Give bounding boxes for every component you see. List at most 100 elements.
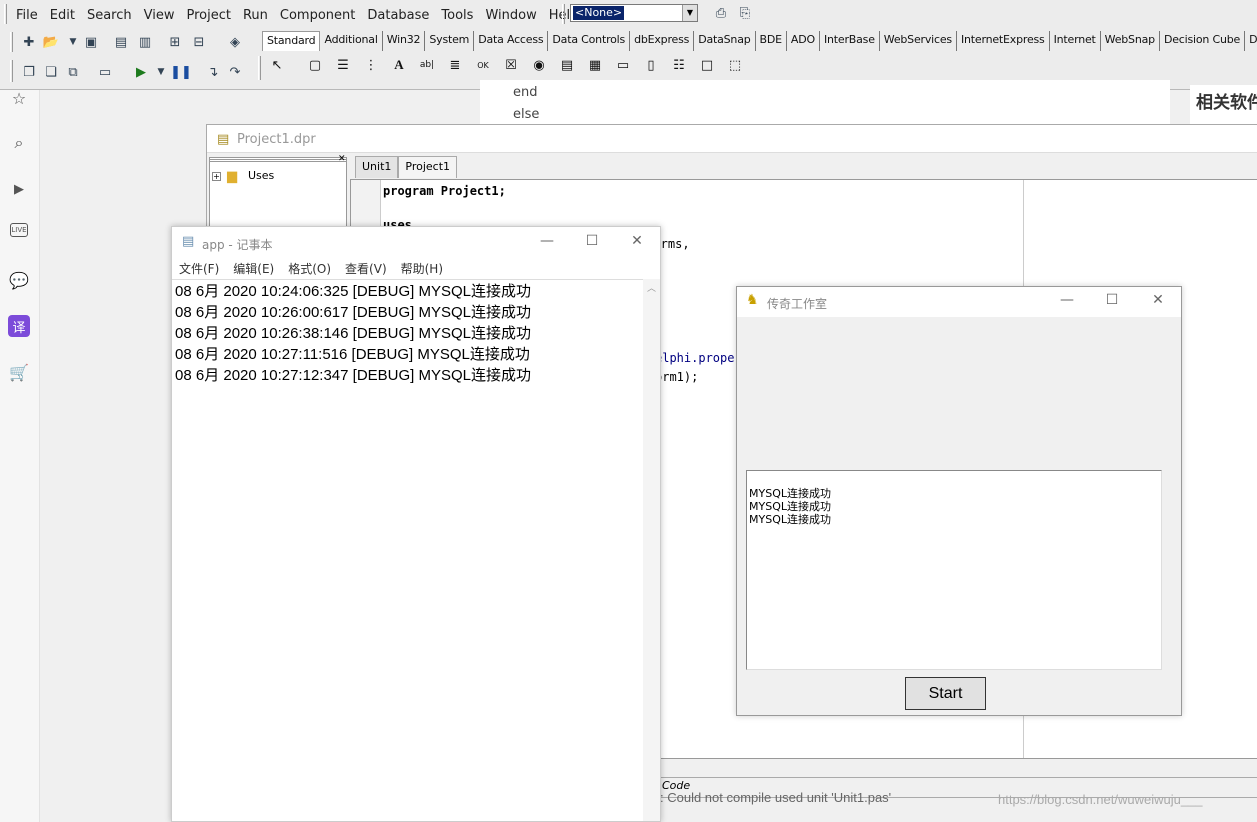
translate-icon[interactable]: 译 [8,315,30,337]
palette-tab-additional[interactable]: Additional [320,31,383,51]
tab-unit1[interactable]: Unit1 [355,156,399,178]
palette-tab-dbexpress[interactable]: dbExpress [630,31,695,51]
combobox-icon[interactable]: ▦ [584,54,606,76]
close-icon[interactable]: ✕ [622,233,652,253]
actionlist-icon[interactable]: ⬚ [724,54,746,76]
run-icon[interactable]: ▶ [132,63,150,81]
app-icon: ♞ [746,292,759,308]
menu-file[interactable]: File [10,8,44,23]
pointer-icon[interactable]: ↖ [266,54,288,76]
memo-icon[interactable]: ≣ [444,54,466,76]
menu-component[interactable]: Component [274,8,361,23]
menu-search[interactable]: Search [81,8,138,23]
background-page: end else [480,80,1170,130]
minimize-icon[interactable]: — [532,233,562,253]
palette-tab-datasnap[interactable]: DataSnap [694,31,756,51]
trace-into-icon[interactable]: ↴ [204,63,222,81]
explorer-item-uses[interactable]: Uses [248,169,274,182]
code-fragment: orm1); [655,370,699,384]
edit-icon[interactable]: ab| [416,54,438,76]
toolbar-grip [10,60,13,82]
tab-project1[interactable]: Project1 [398,156,458,178]
popupmenu-icon[interactable]: ⋮ [360,54,382,76]
button-icon[interactable]: OK [472,54,494,76]
remove-file-icon[interactable]: ⊟ [190,33,208,51]
maximize-icon[interactable]: ☐ [1097,292,1127,312]
palette-tab-webservices[interactable]: WebServices [880,31,957,51]
frame-icon[interactable]: ▢ [304,54,326,76]
checkbox-icon[interactable]: ☒ [500,54,522,76]
label-icon[interactable]: A [388,54,410,76]
maximize-icon[interactable]: ☐ [577,233,607,253]
add-file-icon[interactable]: ⊞ [166,33,184,51]
toolbar-grip [10,32,13,52]
minimize-icon[interactable]: — [1052,292,1082,312]
panel-icon[interactable]: □ [696,54,718,76]
palette-tab-standard[interactable]: Standard [262,31,321,51]
view-unit-icon[interactable]: ❐ [20,63,38,81]
groupbox-icon[interactable]: ▯ [640,54,662,76]
palette-tab-decision-cube[interactable]: Decision Cube [1160,31,1246,51]
video-icon[interactable]: ▶ [8,178,30,200]
open-project-icon[interactable]: ▥ [136,33,154,51]
palette-tab-data-access[interactable]: Data Access [474,31,549,51]
close-icon[interactable]: ✕ [1143,292,1173,312]
log-memo[interactable]: MYSQL连接成功 MYSQL连接成功 MYSQL连接成功 [746,470,1162,670]
expand-icon[interactable]: + [212,172,221,181]
new-icon[interactable]: ✚ [20,33,38,51]
radiogroup-icon[interactable]: ☷ [668,54,690,76]
menu-tools[interactable]: Tools [435,8,479,23]
palette-tab-bde[interactable]: BDE [756,31,787,51]
new-form-icon[interactable]: ▭ [96,63,114,81]
menu-edit[interactable]: 编辑(E) [226,259,281,279]
chevron-down-icon[interactable]: ▼ [64,33,82,51]
mainmenu-icon[interactable]: ☰ [332,54,354,76]
menu-file[interactable]: 文件(F) [172,259,226,279]
chevron-down-icon[interactable]: ▼ [682,5,697,21]
menu-view[interactable]: View [138,8,181,23]
palette-tab-data-controls[interactable]: Data Controls [548,31,631,51]
palette-tab-win32[interactable]: Win32 [383,31,426,51]
desktop-combo[interactable]: <None> ▼ [570,4,698,22]
menu-edit[interactable]: Edit [44,8,81,23]
palette-tab-system[interactable]: System [425,31,475,51]
notepad-text-area[interactable]: 08 6月 2020 10:24:06:325 [DEBUG] MYSQL连接成… [172,279,644,819]
toolbar-grip [562,4,565,24]
step-over-icon[interactable]: ↷ [226,63,244,81]
menu-run[interactable]: Run [237,8,274,23]
palette-tab-ado[interactable]: ADO [787,31,820,51]
help-icon[interactable]: ◈ [226,33,244,51]
menu-help[interactable]: 帮助(H) [394,259,450,279]
scrollbar-icon[interactable]: ▭ [612,54,634,76]
toggle-form-icon[interactable]: ⧉ [64,63,82,81]
open-icon[interactable]: 📂 [42,33,60,51]
save-all-icon[interactable]: ▤ [112,33,130,51]
pause-icon[interactable]: ❚❚ [170,63,192,81]
chevron-up-icon[interactable]: ︿ [647,281,656,294]
chevron-down-icon[interactable]: ▼ [152,63,170,81]
palette-tab-internetexpress[interactable]: InternetExpress [957,31,1050,51]
palette-tab-dialo[interactable]: Dialo [1245,31,1257,51]
close-icon[interactable]: ✕ [338,154,346,164]
palette-tab-websnap[interactable]: WebSnap [1101,31,1160,51]
menu-window[interactable]: Window [479,8,542,23]
menu-database[interactable]: Database [361,8,435,23]
listbox-icon[interactable]: ▤ [556,54,578,76]
star-icon[interactable]: ☆ [8,87,30,109]
save-desktop-icon[interactable]: ⎙ [712,4,730,22]
palette-tab-internet[interactable]: Internet [1050,31,1101,51]
debug-desktop-icon[interactable]: ⎘ [736,4,754,22]
menu-view[interactable]: 查看(V) [338,259,394,279]
chat-icon[interactable]: 💬 [8,269,30,291]
save-icon[interactable]: ▣ [82,33,100,51]
search-icon[interactable]: ⌕ [8,132,30,154]
radiobutton-icon[interactable]: ◉ [528,54,550,76]
vertical-scrollbar[interactable]: ︿ [643,279,660,821]
palette-tab-interbase[interactable]: InterBase [820,31,880,51]
menu-format[interactable]: 格式(O) [281,259,338,279]
start-button[interactable]: Start [905,677,986,710]
live-icon[interactable]: LIVE [10,223,28,237]
cart-icon[interactable]: 🛒 [8,361,30,383]
view-form-icon[interactable]: ❏ [42,63,60,81]
menu-project[interactable]: Project [180,8,236,23]
